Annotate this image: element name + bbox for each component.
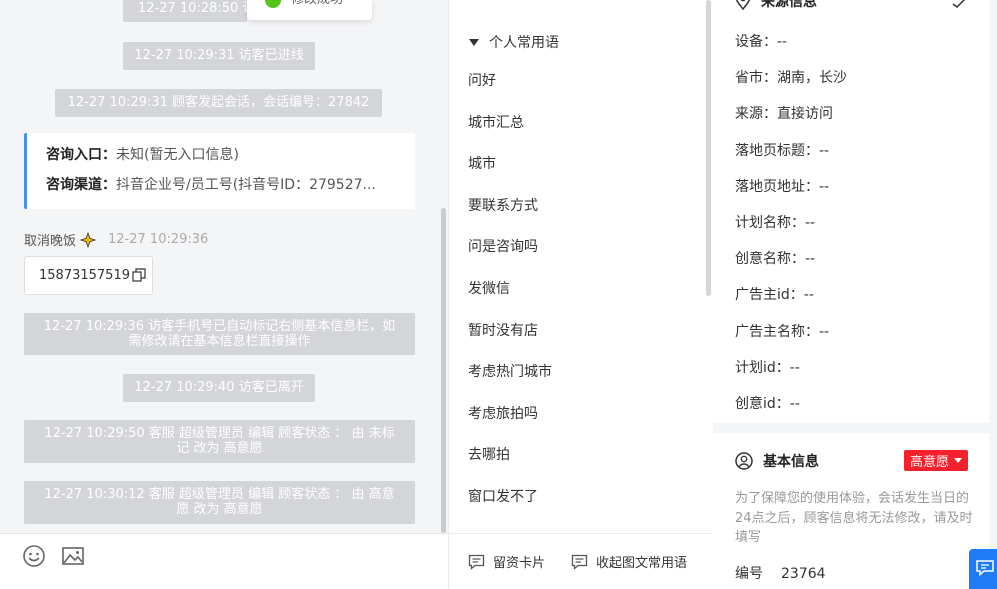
system-message: 12-27 10:29:36 访客手机号已自动标记右侧基本信息栏，如需修改请在基… [24,313,415,355]
image-icon[interactable] [61,544,85,568]
source-info-row: 计划id：-- [735,359,800,376]
system-message: 12-27 10:28:50 访 [123,0,255,22]
system-message: 12-27 10:29:40 访客已离开 [123,374,315,402]
user-icon [735,452,753,470]
success-check-icon [265,0,281,8]
phrase-item[interactable]: 去哪拍 [468,435,698,477]
basic-info-note: 为了保障您的使用体验，会话发生当日的24点之后，顾客信息将无法修改，请及时填写 [735,491,973,545]
consult-entry-line: 咨询入口：未知(暂无入口信息) [46,146,406,176]
visitor-message-header: 取消晚饭 12-27 10:29:36 [24,230,208,249]
customer-info-panel: 来源信息 设备：-- 省市：湖南，长沙 来源：直接访问 落地页标题：-- 落地页… [713,0,997,589]
source-info-row: 广告主id：-- [735,287,814,304]
intent-status-value: 高意愿 [910,455,950,470]
source-info-row: 设备：-- [735,34,788,50]
sparkle-emoji-icon [80,231,97,248]
common-phrases-panel: 个人常用语 问好 城市汇总 城市 要联系方式 问是咨询吗 发微信 暂时没有店 考… [448,0,714,589]
visitor-message-time: 12-27 10:29:36 [108,232,209,247]
caret-down-icon [954,458,963,463]
basic-info-title: 基本信息 [763,454,819,470]
customer-id-label: 编号 [735,566,763,582]
consult-entry-card: 咨询入口：未知(暂无入口信息) 咨询渠道：抖音企业号/员工号(抖音号ID：279… [24,133,415,209]
source-info-row: 计划名称：-- [735,214,816,231]
consult-channel-value: 抖音企业号/员工号(抖音号ID：279527... [116,177,376,193]
phrase-item[interactable]: 城市 [468,144,698,186]
phrase-group-title: 个人常用语 [489,35,559,51]
consult-channel-line: 咨询渠道：抖音企业号/员工号(抖音号ID：279527... [46,176,406,206]
customer-id-row: 编号 23764 [735,563,826,583]
visitor-name: 取消晚饭 [24,234,77,249]
phrase-footer: 留资卡片 收起图文常用语 [449,533,714,589]
phrase-item[interactable]: 问是咨询吗 [468,227,698,269]
phrase-item[interactable]: 暂时没有店 [468,311,698,353]
system-message: 12-27 10:30:12 客服 超级管理员 编辑 顾客状态 ： 由 高意愿 … [24,481,415,524]
source-info-row: 落地页标题：-- [735,142,830,159]
phrase-item[interactable]: 发微信 [468,269,698,311]
phrase-item[interactable]: 城市汇总 [468,103,698,145]
phrase-item[interactable]: 窗口发不了 [468,477,698,519]
location-pin-icon [736,0,750,10]
message-card-icon [468,554,485,570]
system-message: 12-27 10:29:50 客服 超级管理员 编辑 顾客状态 ： 由 未标记 … [24,420,415,463]
consult-entry-value: 未知(暂无入口信息) [116,147,239,163]
copy-icon[interactable] [132,268,146,282]
system-message: 12-27 10:29:31 顾客发起会话，会话编号：27842 [55,89,382,117]
phrase-scrollbar[interactable] [706,0,711,296]
source-info-row: 来源：直接访问 [735,106,833,123]
source-info-row: 落地页地址：-- [735,178,830,195]
visitor-phone-number: 15873157519 [39,268,130,283]
phrase-list: 问好 城市汇总 城市 要联系方式 问是咨询吗 发微信 暂时没有店 考虑热门城市 … [468,61,698,519]
intent-status-dropdown[interactable]: 高意愿 [904,450,969,471]
phrase-item[interactable]: 考虑旅拍吗 [468,394,698,436]
toast-text: 修改成功 [291,0,343,8]
floating-chat-button[interactable] [969,549,997,589]
chat-scrollbar[interactable] [441,208,446,533]
collapse-phrases-button[interactable]: 收起图文常用语 [571,552,687,571]
source-info-row: 省市：湖南，长沙 [735,70,847,87]
lead-card-button[interactable]: 留资卡片 [468,552,545,571]
consult-channel-label: 咨询渠道： [46,177,116,193]
consult-entry-label: 咨询入口： [46,147,116,163]
source-info-row: 创意名称：-- [735,251,816,268]
source-info-list: 设备：-- 省市：湖南，长沙 来源：直接访问 落地页标题：-- 落地页地址：--… [735,26,847,424]
basic-info-card: 基本信息 高意愿 为了保障您的使用体验，会话发生当日的24点之后，顾客信息将无法… [713,433,989,589]
basic-info-header: 基本信息 [735,451,819,471]
source-info-card: 来源信息 设备：-- 省市：湖南，长沙 来源：直接访问 落地页标题：-- 落地页… [713,0,989,423]
collapse-phrases-label: 收起图文常用语 [595,556,687,571]
message-icon [571,554,588,570]
source-info-row: 创意id：-- [735,395,800,412]
chat-input-toolbar [0,533,448,589]
phrase-item[interactable]: 考虑热门城市 [468,352,698,394]
chat-panel: 12-27 10:28:50 访 12-27 10:29:31 访客已进线 12… [0,0,448,589]
caret-down-icon [469,38,479,46]
phrase-group-header[interactable]: 个人常用语 [469,32,559,52]
source-info-row: 广告主名称：-- [735,323,830,340]
phrase-item[interactable]: 要联系方式 [468,186,698,228]
source-info-title: 来源信息 [761,0,817,10]
phrase-item[interactable]: 问好 [468,61,698,103]
chat-bubble-icon [976,560,994,577]
lead-card-label: 留资卡片 [492,556,545,571]
emoji-icon[interactable] [22,544,46,568]
customer-id-value: 23764 [781,566,826,582]
source-info-header: 来源信息 [735,0,817,11]
edit-icon[interactable] [951,0,969,8]
system-message: 12-27 10:29:31 访客已进线 [123,42,315,70]
success-toast: 修改成功 [247,0,372,20]
visitor-phone-bubble[interactable]: 15873157519 [24,256,153,295]
